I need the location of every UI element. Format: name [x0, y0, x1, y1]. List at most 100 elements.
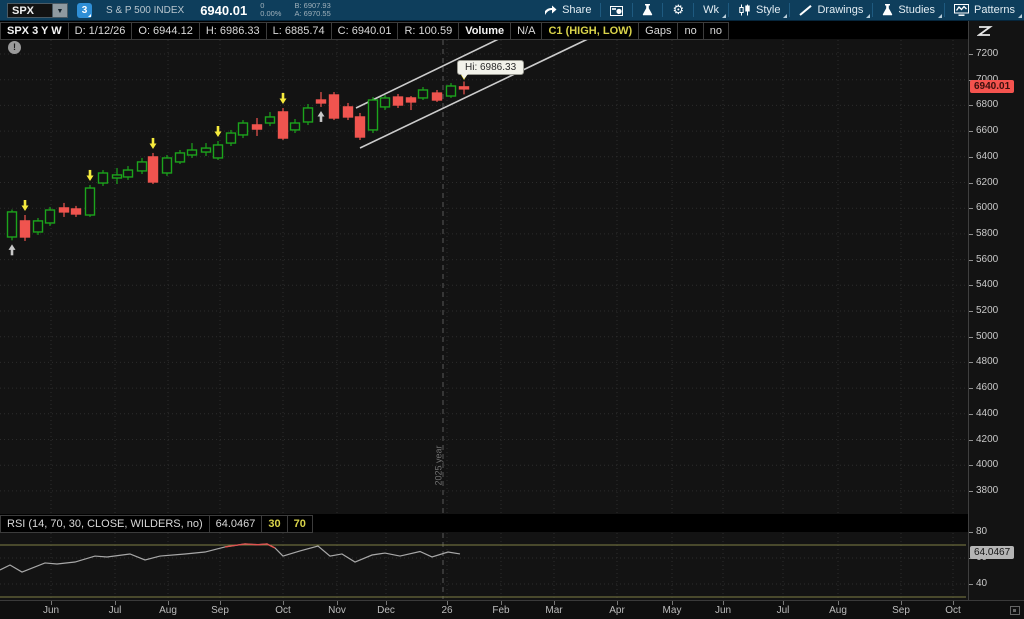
candle[interactable] — [369, 100, 378, 130]
share-icon — [544, 5, 557, 16]
price-tick-mark — [969, 183, 973, 184]
ohlc-cell[interactable]: Gaps — [638, 22, 678, 40]
price-tick-label: 6800 — [976, 99, 998, 110]
bid-ask-block: B: 6907.93 A: 6970.55 — [294, 2, 330, 18]
candle[interactable] — [21, 221, 30, 237]
candle[interactable] — [317, 100, 326, 103]
candle[interactable] — [279, 112, 288, 138]
candle[interactable] — [8, 212, 17, 237]
rsi-header-cell[interactable]: 70 — [287, 515, 313, 533]
candle[interactable] — [86, 188, 95, 215]
gear-button[interactable]: ⚙ — [663, 0, 693, 20]
calendar-mini-icon[interactable] — [1010, 606, 1020, 615]
sell-signal-arrow-head — [87, 175, 94, 181]
time-tick-label: Feb — [486, 605, 516, 616]
candle[interactable] — [149, 157, 158, 182]
time-tick-label: Apr — [602, 605, 632, 616]
candle[interactable] — [188, 150, 197, 155]
candle[interactable] — [214, 145, 223, 158]
candle[interactable] — [227, 133, 236, 143]
candle[interactable] — [381, 98, 390, 107]
time-tick-label: 26 — [432, 605, 462, 616]
candle[interactable] — [253, 125, 262, 129]
patterns-button[interactable]: Patterns — [945, 0, 1024, 20]
candle[interactable] — [176, 153, 185, 162]
price-tick-mark — [969, 54, 973, 55]
candle[interactable] — [202, 148, 211, 152]
price-tick-mark — [969, 440, 973, 441]
ohlc-cell[interactable]: N/A — [510, 22, 542, 40]
candle[interactable] — [60, 208, 69, 212]
candle[interactable] — [447, 86, 456, 96]
candle[interactable] — [356, 117, 365, 137]
ohlc-cell: O: 6944.12 — [131, 22, 199, 40]
time-tick-label: May — [657, 605, 687, 616]
sell-signal-arrow-head — [22, 206, 29, 212]
price-tick-mark — [969, 234, 973, 235]
calendar-button[interactable] — [601, 0, 632, 20]
candle[interactable] — [124, 170, 133, 177]
price-tick-label: 4200 — [976, 434, 998, 445]
time-tick-label: Aug — [823, 605, 853, 616]
ohlc-cell[interactable]: no — [677, 22, 703, 40]
price-tick-mark — [969, 311, 973, 312]
ohlc-cell[interactable]: Volume — [458, 22, 511, 40]
drawings-button[interactable]: Drawings — [790, 0, 872, 20]
toolbar-button-label: Patterns — [974, 4, 1015, 16]
time-tick-label: Jul — [768, 605, 798, 616]
rsi-tick-label: 80 — [976, 526, 987, 537]
wk-button[interactable]: Wk — [694, 0, 728, 20]
info-icon[interactable]: ! — [8, 41, 21, 54]
candle[interactable] — [344, 107, 353, 117]
candle[interactable] — [266, 117, 275, 123]
candle[interactable] — [239, 123, 248, 135]
flask-button[interactable] — [633, 0, 662, 20]
ohlc-cell: D: 1/12/26 — [68, 22, 133, 40]
candles[interactable] — [8, 75, 469, 255]
candle[interactable] — [419, 90, 428, 98]
rsi-header-cell[interactable]: 30 — [261, 515, 287, 533]
candle[interactable] — [46, 210, 55, 223]
time-axis[interactable]: JunJulAugSepOctNovDec26FebMarAprMayJunJu… — [0, 600, 1024, 619]
price-tick-label: 5400 — [976, 279, 998, 290]
flag-count-badge[interactable]: 3 — [77, 3, 92, 18]
time-tick-label: Jun — [708, 605, 738, 616]
rsi-value-badge: 64.0467 — [970, 546, 1014, 559]
rsi-header-cell[interactable]: RSI (14, 70, 30, CLOSE, WILDERS, no) — [0, 515, 210, 533]
candle[interactable] — [407, 98, 416, 102]
price-tick-mark — [969, 260, 973, 261]
ohlc-cell[interactable]: C1 (HIGH, LOW) — [541, 22, 639, 40]
candle[interactable] — [99, 173, 108, 183]
style-button[interactable]: Style — [729, 0, 789, 20]
share-button[interactable]: Share — [535, 0, 600, 20]
price-tick-mark — [969, 208, 973, 209]
candle[interactable] — [34, 221, 43, 232]
candle[interactable] — [138, 162, 147, 171]
candle[interactable] — [72, 209, 81, 214]
studies-button[interactable]: Studies — [873, 0, 944, 20]
time-tick-label: Aug — [153, 605, 183, 616]
price-tick-label: 5000 — [976, 331, 998, 342]
year-divider-label: 2025 year — [434, 440, 445, 492]
candle[interactable] — [291, 123, 300, 130]
symbol-input[interactable]: SPX — [7, 3, 53, 18]
candle[interactable] — [304, 108, 313, 122]
candle[interactable] — [330, 95, 339, 118]
symbol-dropdown-button[interactable]: ▼ — [53, 3, 68, 18]
price-axis[interactable]: 6940.01 64.0467 720070006800660064006200… — [968, 21, 1024, 600]
candle[interactable] — [163, 158, 172, 173]
price-tick-mark — [969, 131, 973, 132]
candle[interactable] — [460, 87, 469, 89]
candle[interactable] — [113, 175, 122, 178]
time-tick-label: Sep — [205, 605, 235, 616]
time-tick-label: Dec — [371, 605, 401, 616]
candle[interactable] — [433, 93, 442, 100]
ohlc-cell: L: 6885.74 — [266, 22, 332, 40]
flask-icon — [642, 4, 653, 16]
candle[interactable] — [394, 97, 403, 105]
rsi-tick-label: 40 — [976, 578, 987, 589]
calendar-icon — [610, 5, 623, 16]
price-tick-label: 6200 — [976, 177, 998, 188]
zigzag-pattern-icon[interactable] — [977, 24, 993, 38]
ohlc-cell[interactable]: no — [703, 22, 729, 40]
